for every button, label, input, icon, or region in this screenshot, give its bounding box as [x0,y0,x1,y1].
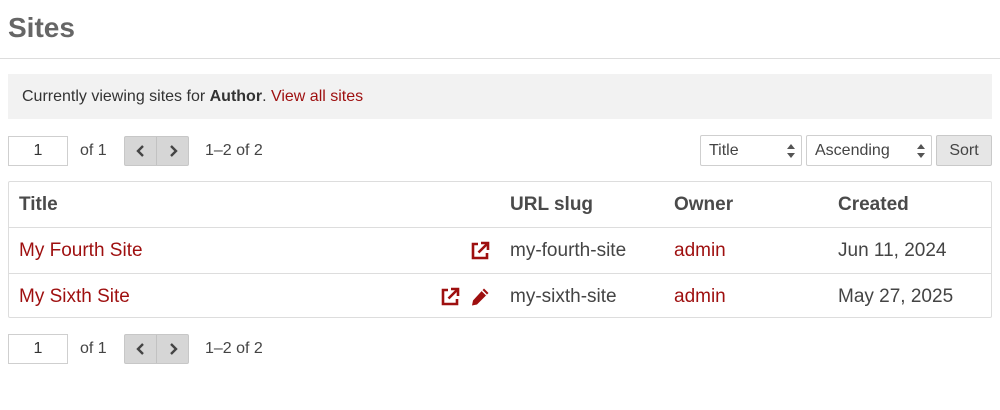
page-title: Sites [8,12,75,43]
page-count-label: of 1 [80,339,107,357]
external-link-icon[interactable] [439,286,461,308]
page-number-input[interactable] [8,135,68,166]
previous-page-button[interactable] [125,334,157,363]
sort-direction-select[interactable]: Ascending [806,135,932,166]
site-url-slug: my-sixth-site [510,286,617,307]
page-nav-buttons [124,333,189,364]
site-owner-link[interactable]: admin [674,286,726,308]
notice-separator: . [262,88,271,105]
site-created-date: Jun 11, 2024 [838,240,947,261]
next-page-button[interactable] [157,137,188,165]
table-header-row: Title URL slug Owner Created [9,182,991,228]
sort-controls: Title Ascending Sort [700,135,992,166]
sites-table: Title URL slug Owner Created My Fourth S… [8,181,992,318]
chevron-right-icon [169,144,178,157]
table-row: My Fourth Site my-fourth-site admin Jun … [9,228,991,274]
page-count-label: of 1 [80,141,107,159]
site-url-slug: my-fourth-site [510,240,627,261]
page-header: Sites [0,0,1000,59]
sort-field-value: Title [709,141,739,159]
sort-field-select[interactable]: Title [700,135,802,166]
select-arrows-icon [917,144,925,158]
view-all-sites-link[interactable]: View all sites [271,88,363,105]
next-page-button[interactable] [157,335,188,363]
column-header-owner[interactable]: Owner [674,194,733,216]
chevron-right-icon [169,342,178,355]
chevron-left-icon [135,342,144,355]
column-header-created[interactable]: Created [838,194,909,216]
notice-role: Author [209,88,263,105]
notice-prefix: Currently viewing sites for [22,88,210,105]
site-owner-link[interactable]: admin [674,240,726,262]
select-arrows-icon [787,144,795,158]
site-created-date: May 27, 2025 [838,286,954,307]
table-row: My Sixth Site my-sixth-site admin May 27… [9,274,991,319]
page-nav-buttons [124,135,189,166]
column-header-title[interactable]: Title [19,194,58,216]
external-link-icon[interactable] [469,240,491,262]
sort-direction-value: Ascending [815,141,890,159]
column-header-url-slug[interactable]: URL slug [510,194,593,216]
pencil-icon[interactable] [469,286,491,308]
viewing-notice: Currently viewing sites for Author. View… [8,74,992,119]
sort-button[interactable]: Sort [936,135,992,166]
previous-page-button[interactable] [125,136,157,165]
site-title-link[interactable]: My Sixth Site [19,286,130,308]
chevron-left-icon [135,144,144,157]
result-range-label: 1–2 of 2 [205,141,263,159]
page-number-input[interactable] [8,333,68,364]
result-range-label: 1–2 of 2 [205,339,263,357]
site-title-link[interactable]: My Fourth Site [19,240,143,262]
pagination-top: of 1 1–2 of 2 [8,135,263,166]
pagination-bottom: of 1 1–2 of 2 [8,333,263,364]
